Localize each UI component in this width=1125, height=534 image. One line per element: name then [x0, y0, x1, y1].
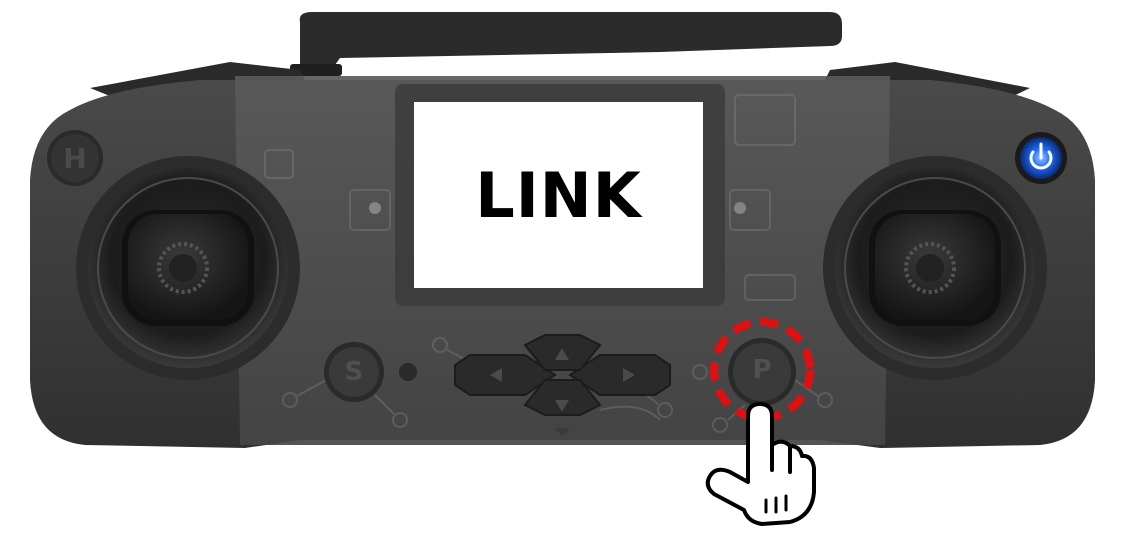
right-joystick[interactable]: [823, 156, 1047, 380]
small-button-left[interactable]: [399, 363, 417, 381]
power-button[interactable]: [1015, 132, 1067, 184]
screen-text: LINK: [475, 158, 642, 232]
indicator-dot-left: [369, 202, 381, 214]
s-button-label: S: [344, 357, 364, 387]
antenna: [290, 12, 842, 76]
indicator-dot-right: [734, 202, 746, 214]
left-joystick[interactable]: [76, 156, 300, 380]
home-button-label: H: [63, 141, 87, 175]
remote-controller-illustration: LINK H S P: [0, 0, 1125, 529]
p-button-label: P: [752, 355, 772, 385]
